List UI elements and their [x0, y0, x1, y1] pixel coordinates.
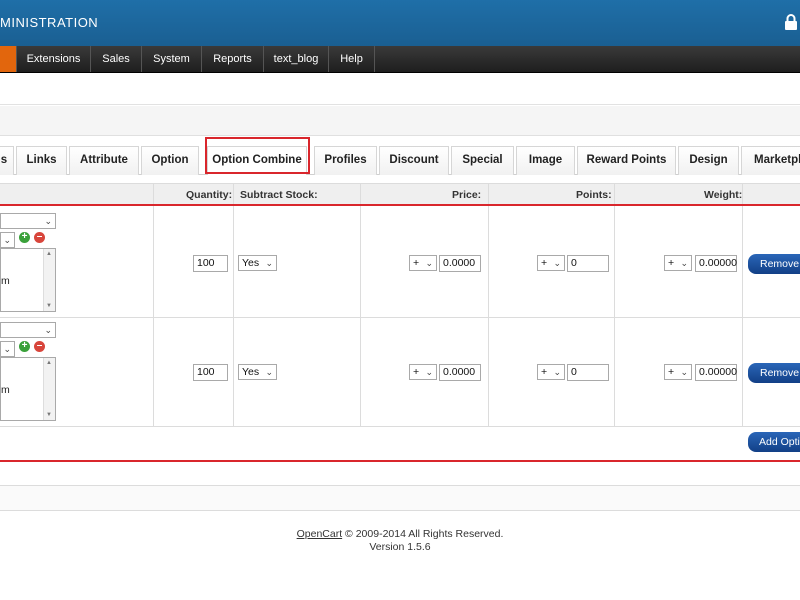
option-value-select[interactable]: ⌄: [0, 232, 15, 248]
footer-copyright: OpenCart © 2009-2014 All Rights Reserved…: [0, 528, 800, 540]
breadcrumb-area: [0, 73, 800, 105]
tab-reward-points[interactable]: Reward Points: [577, 146, 676, 175]
admin-title: MINISTRATION: [0, 15, 99, 30]
weight-input[interactable]: 0.00000: [695, 255, 737, 272]
scroll-up-icon[interactable]: ▲: [46, 251, 52, 257]
chevron-down-icon: ⌄: [680, 367, 688, 377]
add-option-button[interactable]: Add Optio: [748, 432, 800, 452]
weight-prefix-value: +: [668, 257, 675, 269]
weight-prefix-select[interactable]: + ⌄: [664, 255, 692, 271]
heading-bar: [0, 106, 800, 136]
tab-option[interactable]: Option: [141, 146, 199, 175]
tab-profiles[interactable]: Profiles: [314, 146, 377, 175]
tab-image[interactable]: Image: [516, 146, 575, 175]
header-quantity: Quantity:: [186, 189, 233, 201]
weight-prefix-select[interactable]: + ⌄: [664, 364, 692, 380]
option-select[interactable]: ⌄: [0, 322, 56, 338]
price-input[interactable]: 0.0000: [439, 255, 481, 272]
chevron-down-icon: ⌄: [425, 367, 433, 377]
header-weight: Weight:: [704, 189, 743, 201]
chevron-down-icon: ⌄: [3, 344, 11, 354]
menu-item-extensions[interactable]: Extensions: [17, 46, 91, 72]
option-combine-table: Quantity: Subtract Stock: Price: Points:…: [0, 183, 800, 461]
option-select[interactable]: ⌄: [0, 213, 56, 229]
chevron-down-icon: ⌄: [680, 258, 688, 268]
scroll-down-icon[interactable]: ▼: [46, 303, 52, 309]
subtract-stock-select[interactable]: Yes ⌄: [238, 364, 277, 380]
lock-icon[interactable]: [783, 13, 799, 31]
table-header: Quantity: Subtract Stock: Price: Points:…: [0, 183, 800, 205]
subtract-stock-value: Yes: [242, 257, 260, 269]
tab-marketplace[interactable]: Marketpla: [741, 146, 800, 175]
weight-input[interactable]: 0.00000: [695, 364, 737, 381]
tab-special[interactable]: Special: [451, 146, 514, 175]
chevron-down-icon: ⌄: [44, 216, 52, 226]
chevron-down-icon: ⌄: [265, 367, 273, 377]
price-prefix-value: +: [413, 257, 420, 269]
product-tabs: s Links Attribute Option Option Combine …: [0, 143, 800, 175]
points-prefix-value: +: [541, 257, 548, 269]
menu-item-sales[interactable]: Sales: [91, 46, 142, 72]
main-menu: g Extensions Sales System Reports text_b…: [0, 46, 800, 73]
option-value-list[interactable]: m ▲ ▼: [0, 248, 56, 312]
chevron-down-icon: ⌄: [265, 258, 273, 268]
points-prefix-select[interactable]: + ⌄: [537, 255, 565, 271]
header-subtract-stock: Subtract Stock:: [240, 189, 318, 201]
option-value-list[interactable]: m ▲ ▼: [0, 357, 56, 421]
table-row: ⌄ ⌄ + – m ▲ ▼ 100 Yes ⌄ + ⌄ 0.0000 + ⌄ 0 + ⌄…: [0, 318, 800, 426]
add-icon[interactable]: +: [19, 232, 30, 243]
chevron-down-icon: ⌄: [425, 258, 433, 268]
tab-attribute[interactable]: Attribute: [69, 146, 139, 175]
tab-data[interactable]: s: [0, 146, 14, 175]
tab-option-combine[interactable]: Option Combine: [207, 146, 307, 175]
chevron-down-icon: ⌄: [553, 367, 561, 377]
subtract-stock-value: Yes: [242, 366, 260, 378]
points-input[interactable]: 0: [567, 255, 609, 272]
chevron-down-icon: ⌄: [3, 235, 11, 245]
points-input[interactable]: 0: [567, 364, 609, 381]
add-icon[interactable]: +: [19, 341, 30, 352]
menu-item-catalog[interactable]: g: [0, 46, 17, 72]
subtract-stock-select[interactable]: Yes ⌄: [238, 255, 277, 271]
copyright-text: © 2009-2014 All Rights Reserved.: [342, 528, 504, 540]
header-points: Points:: [576, 189, 612, 201]
remove-icon[interactable]: –: [34, 341, 45, 352]
price-prefix-select[interactable]: + ⌄: [409, 255, 437, 271]
tab-discount[interactable]: Discount: [379, 146, 449, 175]
footer-version: Version 1.5.6: [369, 541, 431, 553]
header-price: Price:: [452, 189, 482, 201]
quantity-input[interactable]: 100: [193, 364, 228, 381]
admin-header: MINISTRATION: [0, 0, 800, 46]
chevron-down-icon: ⌄: [44, 325, 52, 335]
scroll-up-icon[interactable]: ▲: [46, 360, 52, 366]
price-prefix-select[interactable]: + ⌄: [409, 364, 437, 380]
table-row: ⌄ ⌄ + – m ▲ ▼ 100 Yes ⌄ + ⌄ 0.0000 + ⌄ 0 + ⌄…: [0, 205, 800, 317]
remove-icon[interactable]: –: [34, 232, 45, 243]
tab-design[interactable]: Design: [678, 146, 739, 175]
menu-item-help[interactable]: Help: [329, 46, 375, 72]
scroll-down-icon[interactable]: ▼: [46, 412, 52, 418]
opencart-link[interactable]: OpenCart: [297, 528, 343, 540]
price-input[interactable]: 0.0000: [439, 364, 481, 381]
row-divider: [0, 426, 800, 427]
menu-item-text-blog[interactable]: text_blog: [264, 46, 329, 72]
chevron-down-icon: ⌄: [553, 258, 561, 268]
option-value-select[interactable]: ⌄: [0, 341, 15, 357]
points-prefix-select[interactable]: + ⌄: [537, 364, 565, 380]
menu-item-system[interactable]: System: [142, 46, 202, 72]
price-prefix-value: +: [413, 366, 420, 378]
tab-links[interactable]: Links: [16, 146, 67, 175]
content-bottom-bar: [0, 485, 800, 511]
weight-prefix-value: +: [668, 366, 675, 378]
remove-button[interactable]: Remove: [748, 254, 800, 274]
points-prefix-value: +: [541, 366, 548, 378]
list-item[interactable]: m: [1, 384, 10, 396]
scrollbar[interactable]: ▲ ▼: [43, 249, 55, 311]
scrollbar[interactable]: ▲ ▼: [43, 358, 55, 420]
menu-item-reports[interactable]: Reports: [202, 46, 264, 72]
list-item[interactable]: m: [1, 275, 10, 287]
remove-button[interactable]: Remove: [748, 363, 800, 383]
quantity-input[interactable]: 100: [193, 255, 228, 272]
